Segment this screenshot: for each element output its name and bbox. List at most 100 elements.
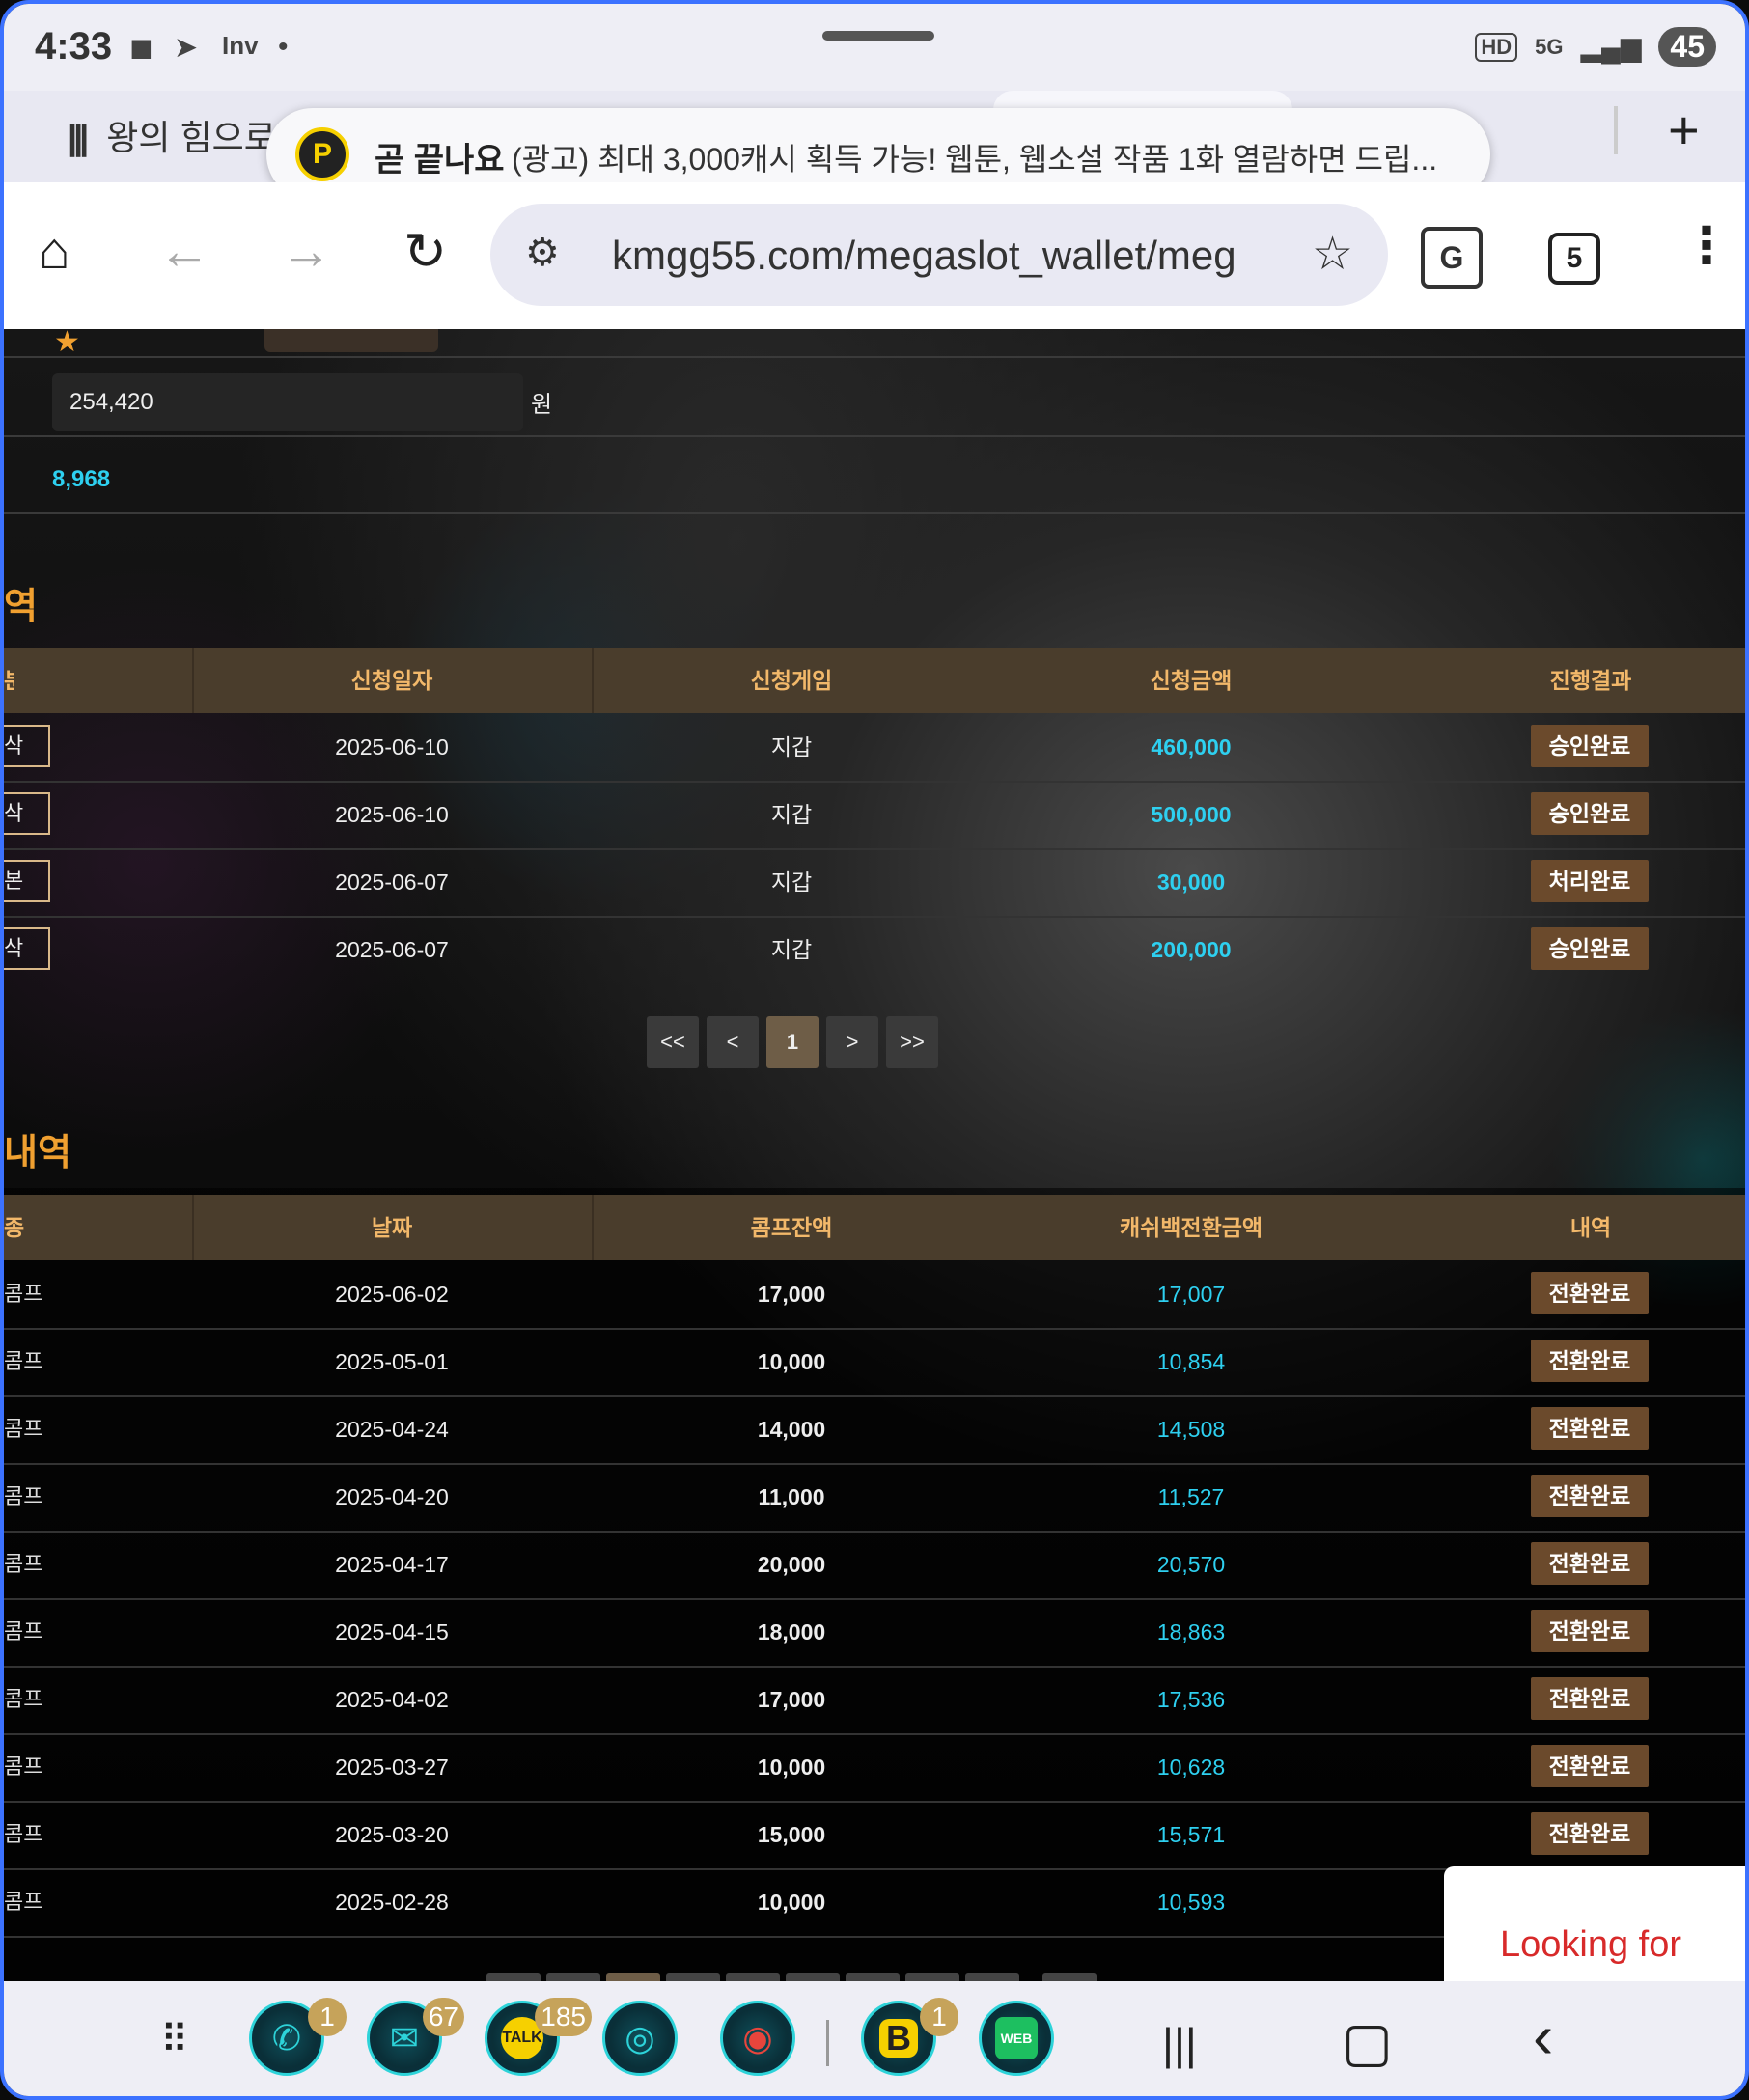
comp-table-header: 종류 날짜 콤프잔액 캐쉬백전환금액 내역 — [4, 1195, 1745, 1260]
device-frame: 4:33 ◼ ➤ Inv • HD 5G ▂▄▆ 45 ||| 왕의 힘으로 +… — [0, 0, 1749, 2100]
status-badge: 전환완료 — [1531, 1407, 1649, 1450]
row-type: 콤프 — [4, 1619, 43, 1644]
page-button[interactable] — [666, 1973, 720, 1981]
row-date: 2025-03-27 — [335, 1755, 449, 1780]
kakaotalk-app-icon[interactable]: TALK 185 — [485, 1998, 592, 2076]
browser-app-icon[interactable]: ◎ — [602, 2001, 678, 2076]
messages-app-icon[interactable]: ✉ 67 — [367, 1998, 464, 2076]
row-balance: 17,000 — [757, 1687, 826, 1712]
page-first-button[interactable]: << — [647, 1016, 699, 1068]
exchange-section-title: 역 — [4, 587, 38, 627]
url-text[interactable]: kmgg55.com/megaslot_wallet/meg — [612, 233, 1236, 279]
table-row: 삭 2025-06-10 지갑 500,000 승인완료 — [4, 781, 1745, 850]
site-settings-icon[interactable]: ⚙ — [525, 231, 560, 275]
back-nav-button[interactable]: ‹ — [1533, 2001, 1553, 2072]
header-balance: 콤프잔액 — [750, 1215, 833, 1240]
phone-app-icon[interactable]: ✆ 1 — [249, 1998, 347, 2076]
row-type: 콤프 — [4, 1755, 43, 1779]
page-button[interactable] — [726, 1973, 780, 1981]
table-row: 콤프 2025-04-24 14,000 14,508 전환완료 — [4, 1395, 1745, 1465]
row-date: 2025-05-01 — [335, 1349, 449, 1374]
page-button[interactable] — [1042, 1973, 1097, 1981]
page-button[interactable] — [905, 1973, 959, 1981]
header-result: 진행결과 — [1549, 668, 1632, 693]
row-type-button[interactable]: 삭 — [4, 725, 50, 767]
tab-title: 왕의 힘으로 — [106, 118, 276, 157]
notification-square-icon: ◼ — [129, 32, 153, 64]
row-date: 2025-04-24 — [335, 1417, 449, 1442]
web-content: ★ 254,420 원 8,968 역 분 신청일자 신청게임 신청금액 진행결… — [4, 329, 1745, 1981]
browser-toolbar: ⌂ ← → ↻ ⚙ kmgg55.com/megaslot_wallet/meg… — [4, 182, 1745, 331]
status-badge: 전환완료 — [1531, 1272, 1649, 1314]
5g-icon: 5G — [1535, 34, 1564, 59]
webtoon-app-icon[interactable]: WEB — [979, 2001, 1054, 2076]
wallet-amount-field[interactable]: 254,420 — [52, 373, 523, 431]
page-button[interactable] — [606, 1973, 660, 1981]
cut-off-button[interactable] — [264, 329, 438, 352]
reload-button[interactable]: ↻ — [403, 221, 447, 282]
table-row: 삭 2025-06-07 지갑 200,000 승인완료 — [4, 916, 1745, 983]
comp-section-title: 내역 — [4, 1133, 71, 1174]
bookmark-star-icon[interactable]: ☆ — [1312, 227, 1353, 281]
row-type-button[interactable]: 삭 — [4, 927, 50, 970]
site-favicon-icon: ||| — [68, 118, 89, 157]
table-row: 본 2025-06-07 지갑 30,000 처리완료 — [4, 848, 1745, 918]
page-1-button[interactable]: 1 — [766, 1016, 819, 1068]
back-button[interactable]: ← — [158, 221, 210, 281]
row-cashback: 18,863 — [1156, 1619, 1226, 1644]
page-last-button[interactable]: >> — [886, 1016, 938, 1068]
row-cashback: 15,571 — [1156, 1822, 1226, 1847]
page-button[interactable] — [965, 1973, 1019, 1981]
header-game: 신청게임 — [750, 668, 833, 693]
currency-label: 원 — [531, 392, 553, 418]
header-history: 내역 — [1569, 1215, 1612, 1240]
row-balance: 17,000 — [757, 1282, 826, 1307]
ad-text: (광고) 최대 3,000캐시 획득 가능! 웹툰, 웹소설 작품 1화 열람하… — [512, 142, 1438, 177]
status-bar: 4:33 ◼ ➤ Inv • HD 5G ▂▄▆ 45 — [4, 4, 1745, 91]
status-badge: 전환완료 — [1531, 1340, 1649, 1382]
tab-active[interactable]: ||| 왕의 힘으로 — [68, 110, 276, 160]
table-row: 삭 2025-06-10 지갑 460,000 승인완료 — [4, 713, 1745, 783]
ad-logo-icon: P — [295, 127, 349, 181]
home-button[interactable]: ⌂ — [39, 221, 70, 281]
header-cashback: 캐쉬백전환금액 — [1119, 1215, 1263, 1240]
b-app-icon[interactable]: B 1 — [861, 1998, 958, 2076]
window-drag-handle[interactable] — [822, 31, 934, 41]
page-button[interactable] — [786, 1973, 840, 1981]
status-badge: 전환완료 — [1531, 1542, 1649, 1585]
row-type: 콤프 — [4, 1552, 43, 1576]
row-date: 2025-06-07 — [335, 937, 449, 962]
row-type: 콤프 — [4, 1484, 43, 1508]
page-button[interactable] — [546, 1973, 600, 1981]
translate-icon[interactable]: G — [1421, 227, 1483, 289]
new-tab-button[interactable]: + — [1668, 98, 1700, 161]
exchange-table-header: 분 신청일자 신청게임 신청금액 진행결과 — [4, 648, 1745, 713]
page-button[interactable] — [846, 1973, 900, 1981]
recents-button[interactable]: ||| — [1162, 2018, 1197, 2070]
apps-grid-icon[interactable]: ⠿ — [160, 2018, 188, 2062]
address-bar[interactable]: ⚙ kmgg55.com/megaslot_wallet/meg ☆ — [490, 204, 1388, 306]
tab-switcher-button[interactable]: 5 — [1548, 233, 1600, 285]
table-row: 콤프 2025-03-27 10,000 10,628 전환완료 — [4, 1733, 1745, 1803]
row-amount: 460,000 — [1151, 734, 1232, 760]
row-cashback: 20,570 — [1156, 1552, 1226, 1577]
status-badge: 전환완료 — [1531, 1812, 1649, 1855]
telegram-icon: ➤ — [174, 32, 199, 64]
row-date: 2025-06-07 — [335, 870, 449, 895]
chrome-app-icon[interactable]: ◉ — [720, 2001, 795, 2076]
home-nav-button[interactable]: ▢ — [1342, 2010, 1393, 2074]
b-symbol: B — [879, 2019, 918, 2058]
overflow-menu-icon[interactable]: ⋮ — [1681, 217, 1732, 275]
row-type: 콤프 — [4, 1349, 43, 1373]
row-type-button[interactable]: 삭 — [4, 792, 50, 835]
forward-button[interactable]: → — [280, 221, 332, 281]
page-next-button[interactable]: > — [826, 1016, 878, 1068]
status-badge: 승인완료 — [1531, 725, 1649, 767]
page-prev-button[interactable]: < — [707, 1016, 759, 1068]
signal-icon: ▂▄▆ — [1580, 32, 1642, 62]
hd-icon: HD — [1475, 32, 1518, 62]
status-badge: 전환완료 — [1531, 1475, 1649, 1517]
chat-widget[interactable]: Looking for — [1444, 1866, 1745, 1982]
page-button[interactable] — [486, 1973, 541, 1981]
row-type-button[interactable]: 본 — [4, 860, 50, 902]
